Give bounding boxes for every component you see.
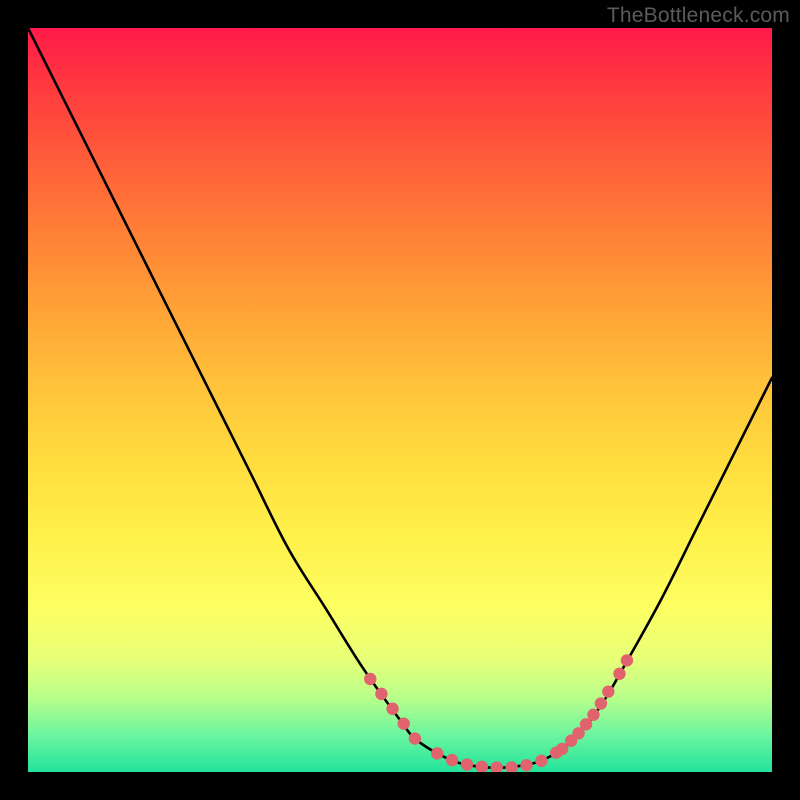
chart-frame: TheBottleneck.com — [0, 0, 800, 800]
data-marker — [535, 755, 547, 767]
curve-layer — [28, 28, 772, 772]
data-marker — [587, 709, 599, 721]
data-marker — [431, 747, 443, 759]
data-marker — [491, 761, 503, 772]
data-marker — [386, 703, 398, 715]
data-marker — [613, 668, 625, 680]
data-marker — [621, 654, 633, 666]
bottleneck-curve — [28, 28, 772, 768]
data-marker — [505, 761, 517, 772]
attribution-text: TheBottleneck.com — [607, 4, 790, 28]
marker-group — [364, 654, 633, 772]
data-marker — [446, 754, 458, 766]
data-marker — [476, 761, 488, 772]
data-marker — [602, 685, 614, 697]
data-marker — [520, 759, 532, 771]
data-marker — [364, 673, 376, 685]
data-marker — [375, 688, 387, 700]
data-marker — [461, 758, 473, 770]
data-marker — [409, 732, 421, 744]
data-marker — [595, 697, 607, 709]
plot-area — [28, 28, 772, 772]
data-marker — [398, 717, 410, 729]
